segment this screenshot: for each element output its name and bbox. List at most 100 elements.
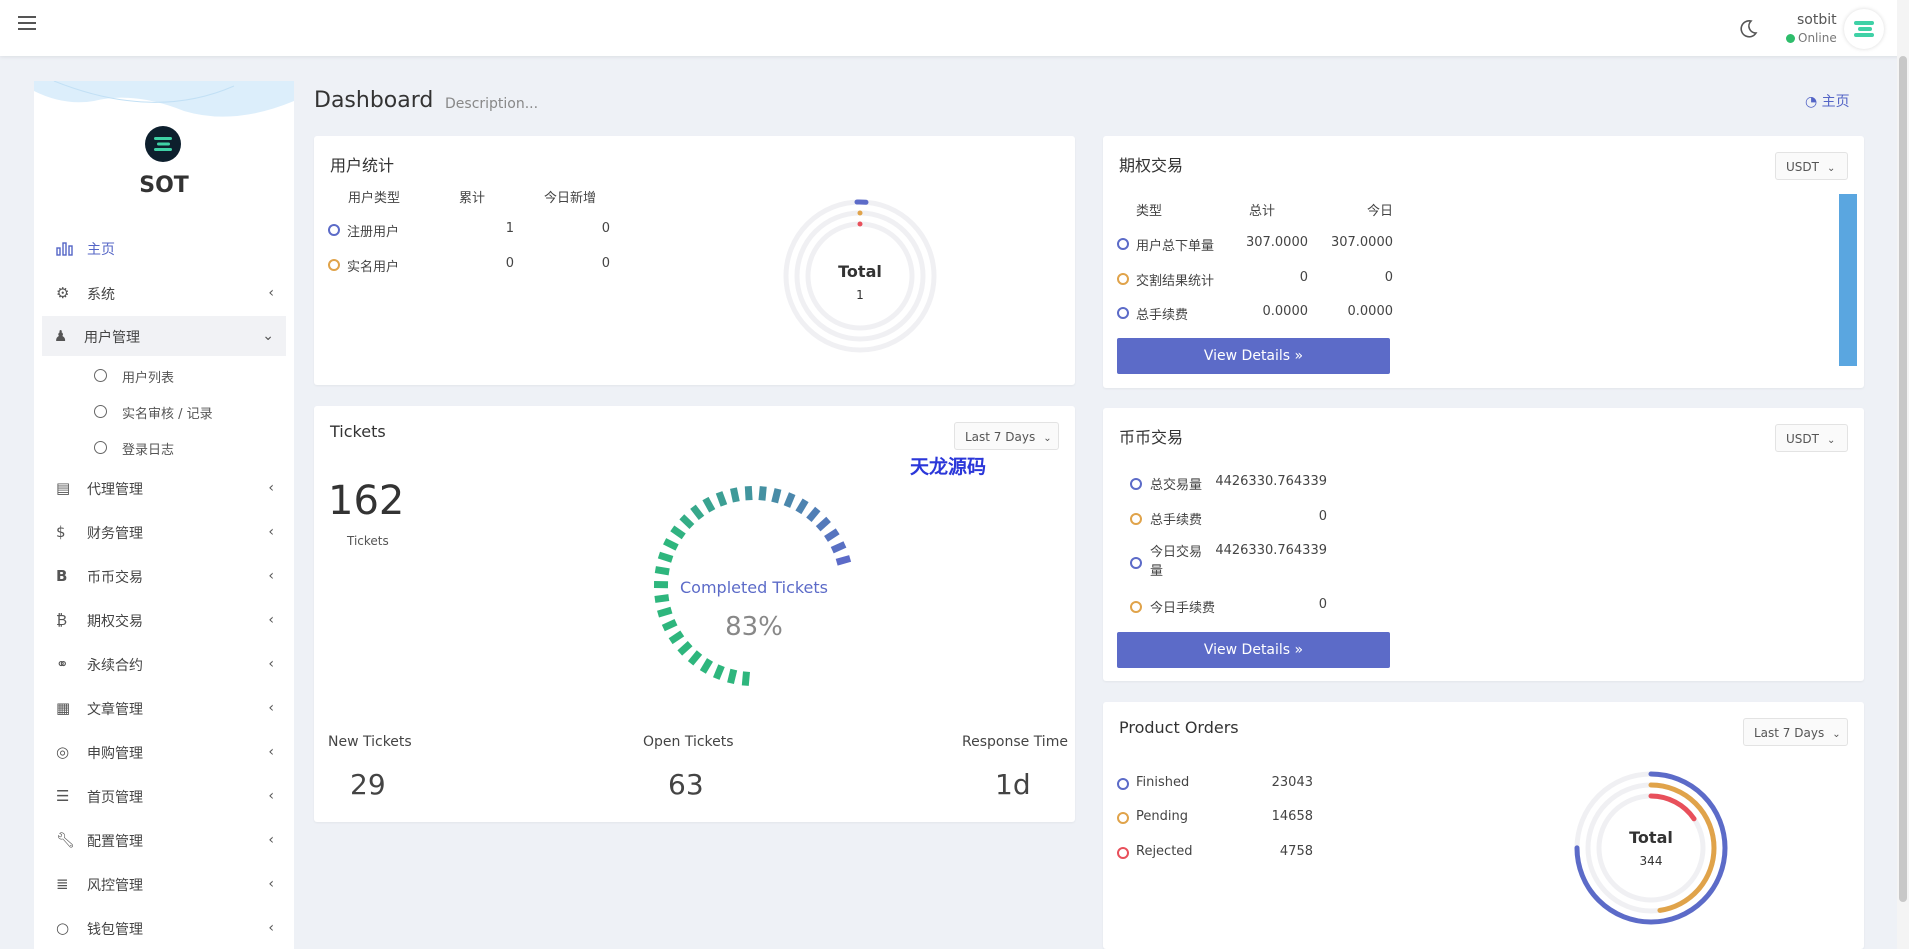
- list-icon: ☰: [56, 787, 70, 805]
- gauge-segment: [654, 566, 670, 576]
- gear-icon: ⚙: [56, 284, 70, 302]
- table-cell: 0.0000: [1262, 304, 1309, 319]
- sidebar-item-risk[interactable]: ≣ 风控管理 ‹: [42, 864, 286, 904]
- chevron-left-icon: ‹: [268, 480, 274, 496]
- sidebar-item-home[interactable]: 主页: [42, 228, 286, 268]
- currency-select[interactable]: USDT ⌄: [1775, 424, 1848, 452]
- user-name[interactable]: sotbit: [1797, 12, 1837, 28]
- sidebar-item-wallet[interactable]: ○ 钱包管理 ‹: [42, 908, 286, 948]
- breadcrumb[interactable]: ◔ 主页: [1805, 91, 1850, 111]
- donut-total-label: Total: [838, 262, 882, 281]
- sidebar-item-system[interactable]: ⚙ 系统 ‹: [42, 273, 286, 313]
- legend-dot-icon: [328, 259, 340, 271]
- chevron-down-icon: ⌄: [1043, 433, 1052, 444]
- gauge-segment: [657, 551, 674, 563]
- chevron-left-icon: ‹: [268, 700, 274, 716]
- user-icon: ♟: [54, 327, 68, 345]
- sidebar-item-label: 永续合约: [87, 658, 143, 674]
- sidebar-item-label: 首页管理: [87, 790, 143, 806]
- sidebar-item-label: 申购管理: [87, 746, 143, 762]
- view-details-button[interactable]: View Details »: [1117, 632, 1390, 668]
- response-time-value: 1d: [995, 768, 1031, 801]
- chevron-left-icon: ‹: [268, 568, 274, 584]
- column-header: 今日: [1366, 204, 1393, 219]
- lifebuoy-icon: ◎: [56, 743, 70, 761]
- avatar[interactable]: [1844, 9, 1884, 49]
- spot-trading-card: 币币交易 USDT ⌄ 总交易量 4426330.764339 总手续费 0 今日…: [1103, 408, 1864, 681]
- sidebar-item-label: 币币交易: [87, 570, 143, 586]
- gauge-segment: [687, 650, 703, 666]
- view-details-button[interactable]: View Details »: [1117, 338, 1390, 374]
- open-tickets-value: 63: [668, 768, 704, 801]
- gauge-value: 83%: [725, 612, 783, 642]
- scrollbar-thumb[interactable]: [1899, 56, 1907, 902]
- dark-mode-icon[interactable]: [1738, 19, 1758, 39]
- legend-dot-icon: [1130, 557, 1142, 569]
- legend-dot-icon: [1117, 238, 1129, 250]
- sidebar-item-finance[interactable]: $ 财务管理 ‹: [42, 512, 286, 552]
- chart-bar: [1839, 194, 1857, 366]
- gauge-segment: [758, 486, 767, 501]
- table-cell: 0: [1299, 270, 1308, 285]
- sidebar-item-homepage[interactable]: ☰ 首页管理 ‹: [42, 776, 286, 816]
- page-description: Description...: [445, 96, 539, 112]
- gauge-segment: [815, 516, 831, 532]
- indent-icon: ≣: [56, 875, 69, 893]
- gauge-segment: [713, 664, 725, 680]
- table-cell: 307.0000: [1330, 235, 1393, 250]
- sidebar-item-articles[interactable]: ▦ 文章管理 ‹: [42, 688, 286, 728]
- table-cell: 0.0000: [1347, 304, 1394, 319]
- table-cell: 用户总下单量: [1136, 239, 1215, 254]
- gauge-segment: [730, 487, 740, 503]
- date-range-select[interactable]: Last 7 Days ⌄: [1743, 718, 1848, 746]
- sidebar-item-options[interactable]: ₿ 期权交易 ‹: [42, 600, 286, 640]
- open-tickets-label: Open Tickets: [643, 734, 734, 750]
- user-stats-card: 用户统计 用户类型 累计 今日新增 注册用户 1 0 实名用户 0 0 Tota…: [314, 136, 1075, 385]
- chevron-left-icon: ‹: [268, 832, 274, 848]
- user-status: Online: [1786, 31, 1837, 45]
- sidebar-item-perpetual[interactable]: ⚭ 永续合约 ‹: [42, 644, 286, 684]
- chevron-left-icon: ‹: [268, 612, 274, 628]
- table-cell: 交割结果统计: [1136, 274, 1215, 289]
- ticket-count-label: Tickets: [347, 534, 389, 548]
- circle-icon: [94, 441, 107, 454]
- sidebar-item-config[interactable]: 🔧︎ 配置管理 ‹: [42, 820, 286, 860]
- page-scrollbar[interactable]: [1897, 0, 1909, 949]
- sidebar-item-label: 风控管理: [87, 878, 143, 894]
- gauge-segment: [679, 514, 695, 530]
- card-title: 期权交易: [1119, 156, 1184, 175]
- double-chevron-right-icon: »: [1294, 642, 1304, 658]
- chevron-left-icon: ‹: [268, 788, 274, 804]
- gauge-segment: [654, 594, 670, 603]
- newspaper-icon: ▦: [56, 699, 71, 717]
- gauge-segment: [795, 498, 809, 515]
- card-title: 用户统计: [330, 156, 395, 175]
- legend-dot-icon: [1117, 307, 1129, 319]
- menu-toggle-icon[interactable]: [18, 16, 36, 32]
- dashboard-icon: ◔: [1805, 94, 1822, 110]
- sidebar-item-agent[interactable]: ▤ 代理管理 ‹: [42, 468, 286, 508]
- row-label: 总交易量: [1150, 478, 1203, 493]
- gauge-segment: [771, 488, 782, 504]
- legend-value: 23043: [1271, 775, 1313, 790]
- sidebar-item-subscription[interactable]: ◎ 申购管理 ‹: [42, 732, 286, 772]
- chevron-left-icon: ‹: [268, 285, 274, 301]
- wrench-icon: 🔧︎: [56, 831, 76, 849]
- legend-label: Rejected: [1136, 844, 1193, 859]
- gauge-segment: [663, 538, 679, 551]
- table-cell: 307.0000: [1245, 235, 1308, 250]
- legend-dot-icon: [1117, 273, 1129, 285]
- table-cell: 实名用户: [347, 260, 400, 275]
- double-chevron-right-icon: »: [1294, 348, 1304, 364]
- gauge-segment: [830, 541, 847, 554]
- date-range-select[interactable]: Last 7 Days ⌄: [954, 422, 1059, 450]
- card-title: Tickets: [330, 422, 386, 441]
- currency-select[interactable]: USDT ⌄: [1775, 152, 1848, 180]
- sidebar-item-spot[interactable]: B 币币交易 ‹: [42, 556, 286, 596]
- legend-dot-icon: [1130, 478, 1142, 490]
- column-header: 类型: [1136, 204, 1163, 219]
- sidebar-item-user-management[interactable]: ♟ 用户管理 ⌄: [42, 316, 286, 356]
- circle-icon: ○: [56, 919, 70, 937]
- page-title: Dashboard: [314, 88, 434, 113]
- gauge-segment: [744, 485, 753, 501]
